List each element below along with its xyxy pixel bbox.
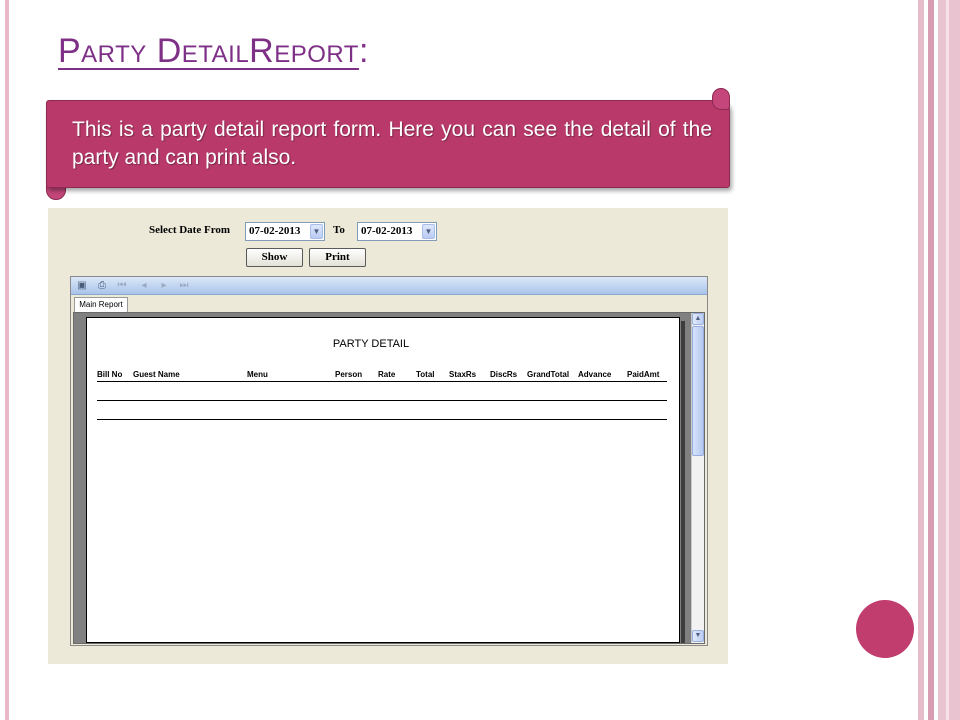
column-header-person: Person xyxy=(335,370,363,379)
report-preview-area: PARTY DETAIL Bill No Guest Name Menu Per… xyxy=(73,312,705,644)
column-header-staxrs: StaxRs xyxy=(449,370,477,379)
print-button[interactable]: Print xyxy=(309,248,366,267)
column-header-advance: Advance xyxy=(578,370,612,379)
date-from-label: Select Date From xyxy=(149,224,231,236)
slide-title-text: Party DetailReport xyxy=(58,32,359,70)
report-viewer: ▣ ⎙ ⏮ ◂ ▸ ⏭ Main Report PARTY DETAIL Bil… xyxy=(70,276,708,646)
chevron-down-icon[interactable]: ▼ xyxy=(310,224,323,239)
row-divider xyxy=(97,419,667,420)
first-page-icon[interactable]: ⏮ xyxy=(115,279,129,292)
page-shadow xyxy=(681,321,685,643)
banner-curl-right xyxy=(712,88,730,110)
party-detail-report-window: Select Date From 07-02-2013 ▼ To 07-02-2… xyxy=(48,208,728,664)
date-to-value: 07-02-2013 xyxy=(361,225,413,237)
report-page: PARTY DETAIL Bill No Guest Name Menu Per… xyxy=(86,317,680,643)
tab-main-report[interactable]: Main Report xyxy=(74,297,128,312)
show-button[interactable]: Show xyxy=(246,248,303,267)
right-frame-stripe xyxy=(938,0,960,720)
header-underline xyxy=(97,381,667,382)
column-header-guest-name: Guest Name xyxy=(133,370,180,379)
right-frame-stripe xyxy=(928,0,934,720)
banner-text: This is a party detail report form. Here… xyxy=(72,118,712,169)
slide-title: Party DetailReport: xyxy=(58,32,369,71)
scroll-down-icon[interactable]: ▼ xyxy=(692,630,704,642)
right-frame-stripe xyxy=(918,0,924,720)
next-page-icon[interactable]: ▸ xyxy=(157,279,171,292)
column-header-rate: Rate xyxy=(378,370,396,379)
print-icon[interactable]: ⎙ xyxy=(95,279,109,292)
decorative-circle xyxy=(856,600,914,658)
export-icon[interactable]: ▣ xyxy=(75,279,89,292)
last-page-icon[interactable]: ⏭ xyxy=(177,279,191,292)
slide-title-colon: : xyxy=(358,32,369,70)
date-from-value: 07-02-2013 xyxy=(249,225,301,237)
viewer-toolbar: ▣ ⎙ ⏮ ◂ ▸ ⏭ xyxy=(71,277,707,295)
left-frame-stripe xyxy=(5,0,9,720)
row-divider xyxy=(97,400,667,401)
chevron-down-icon[interactable]: ▼ xyxy=(422,224,435,239)
report-title: PARTY DETAIL xyxy=(332,338,410,350)
date-to-combo[interactable]: 07-02-2013 ▼ xyxy=(357,222,437,241)
vertical-scrollbar[interactable]: ▲ ▼ xyxy=(691,313,704,643)
date-to-label: To xyxy=(333,224,345,236)
scrollbar-thumb[interactable] xyxy=(692,326,704,456)
column-header-bill-no: Bill No xyxy=(97,370,123,379)
column-header-menu: Menu xyxy=(247,370,268,379)
column-header-grandtotal: GrandTotal xyxy=(527,370,570,379)
column-header-total: Total xyxy=(416,370,435,379)
column-header-discrs: DiscRs xyxy=(490,370,518,379)
column-header-paidamt: PaidAmt xyxy=(627,370,660,379)
scroll-up-icon[interactable]: ▲ xyxy=(692,313,704,325)
previous-page-icon[interactable]: ◂ xyxy=(137,279,151,292)
date-from-combo[interactable]: 07-02-2013 ▼ xyxy=(245,222,325,241)
right-frame-stripe xyxy=(946,0,949,720)
